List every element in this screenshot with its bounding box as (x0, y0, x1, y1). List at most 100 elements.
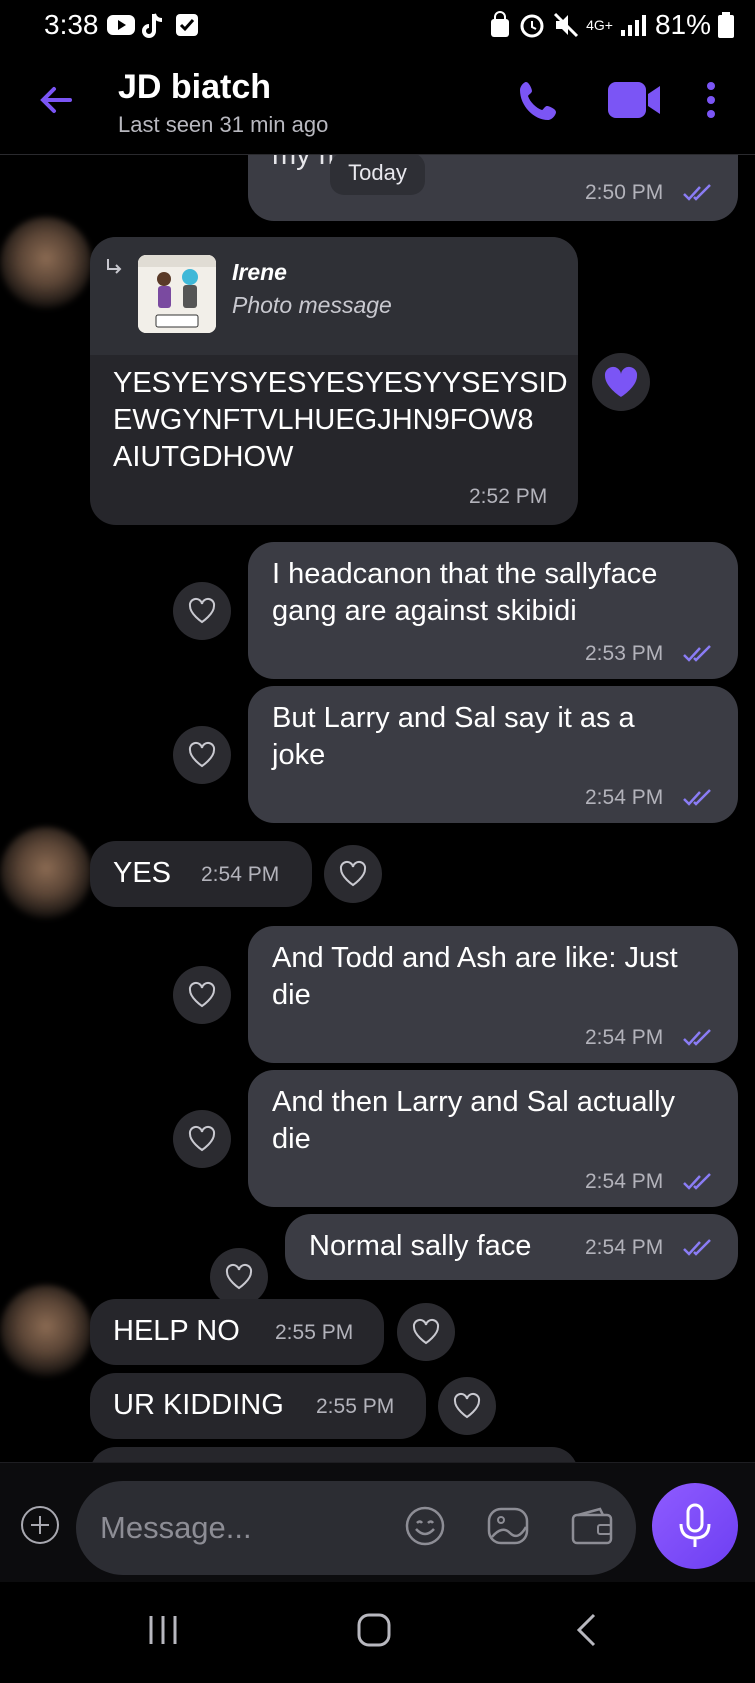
back-arrow-icon[interactable] (36, 80, 76, 125)
message-text: YES (113, 857, 172, 889)
message-time: 2:52 PM (469, 485, 548, 508)
message-bubble-incoming[interactable]: UR KIDDING 2:55 PM (90, 1373, 426, 1439)
status-right: 4G+ 81% (488, 9, 735, 41)
message-bubble-outgoing[interactable]: I headcanon that the sallyface gang are … (248, 542, 738, 679)
like-button[interactable] (438, 1377, 496, 1435)
like-button[interactable] (592, 353, 650, 411)
network-type: 4G+ (586, 17, 613, 33)
message-bubble-outgoing[interactable]: But Larry and Sal say it as a joke 2:54 … (248, 686, 738, 823)
message-text-line: And Todd and Ash are like: Just (272, 942, 678, 974)
avatar[interactable] (0, 217, 92, 309)
like-button[interactable] (173, 726, 231, 784)
message-bubble-incoming[interactable]: YES 2:54 PM (90, 841, 312, 907)
heart-outline-icon (339, 860, 367, 887)
heart-outline-icon (188, 1125, 216, 1152)
quoted-reply[interactable]: Irene Photo message (90, 237, 578, 355)
lock-icon (491, 11, 510, 37)
message-input[interactable] (76, 1481, 636, 1575)
message-time: 2:54 PM (585, 1170, 664, 1193)
message-text-line: joke (272, 739, 326, 771)
message-text-line: I headcanon that the sallyface (272, 558, 658, 590)
youtube-icon (106, 12, 136, 43)
message-text-line: AIUTGDHOW (113, 441, 294, 473)
microphone-icon (679, 1503, 711, 1547)
like-button[interactable] (210, 1248, 268, 1306)
avatar[interactable] (0, 827, 92, 919)
message-bubble-incoming[interactable]: HELP NO 2:55 PM (90, 1299, 384, 1365)
message-text-line: But Larry and Sal say it as a (272, 702, 635, 734)
date-chip: Today (330, 155, 425, 195)
quoted-type: Photo message (232, 292, 392, 318)
last-seen-status: Last seen 31 min ago (118, 112, 329, 137)
like-button[interactable] (173, 966, 231, 1024)
read-receipt-icon (683, 184, 711, 201)
heart-outline-icon (412, 1318, 440, 1345)
voice-call-button[interactable] (516, 78, 562, 129)
message-text-line: die (272, 979, 311, 1011)
message-text-line: gang are against skibidi (272, 595, 577, 627)
chat-title[interactable]: JD biatch (118, 68, 271, 107)
like-button[interactable] (397, 1303, 455, 1361)
heart-outline-icon (453, 1392, 481, 1419)
video-call-button[interactable] (606, 78, 662, 127)
like-button[interactable] (173, 582, 231, 640)
wallet-icon[interactable] (570, 1505, 614, 1552)
avatar[interactable] (0, 1285, 92, 1377)
message-text: Normal sally face (309, 1230, 532, 1262)
quoted-sender: Irene (232, 259, 287, 285)
message-time: 2:54 PM (585, 1026, 664, 1049)
message-composer (0, 1462, 755, 1583)
message-text-line: die (272, 1123, 311, 1155)
battery-percent: 81% (654, 9, 711, 40)
message-time: 2:53 PM (585, 642, 664, 665)
home-icon[interactable] (356, 1612, 392, 1653)
message-time: 2:50 PM (585, 181, 664, 204)
heart-filled-icon (604, 366, 638, 397)
read-receipt-icon (683, 789, 711, 806)
battery-icon (718, 12, 734, 38)
status-bar: 3:38 4G+ 81% (0, 0, 755, 52)
like-button[interactable] (324, 845, 382, 903)
gallery-icon[interactable] (486, 1505, 530, 1552)
message-bubble-outgoing[interactable]: And Todd and Ash are like: Just die 2:54… (248, 926, 738, 1063)
read-receipt-icon (683, 1239, 711, 1256)
back-nav-icon[interactable] (574, 1612, 598, 1653)
signal-icon (620, 15, 646, 36)
attach-plus-button[interactable] (20, 1505, 60, 1550)
like-button[interactable] (173, 1110, 231, 1168)
message-list[interactable]: my mind 2:50 PM Today Irene Photo messag… (0, 155, 755, 1462)
heart-outline-icon (188, 741, 216, 768)
tiktok-icon (140, 12, 166, 45)
read-receipt-icon (683, 1173, 711, 1190)
heart-outline-icon (188, 981, 216, 1008)
message-text-line: EWGYNFTVLHUEGJHN9FOW8 (113, 404, 534, 436)
reply-arrow-icon (107, 259, 122, 274)
voice-record-button[interactable] (652, 1483, 738, 1569)
more-options-icon[interactable] (704, 80, 718, 125)
system-nav-bar (0, 1582, 755, 1683)
alarm-icon (520, 14, 544, 38)
message-time: 2:54 PM (585, 1236, 664, 1259)
photo-thumbnail[interactable] (138, 255, 216, 333)
message-bubble-incoming[interactable] (90, 1447, 578, 1462)
read-receipt-icon (683, 1029, 711, 1046)
heart-outline-icon (225, 1263, 253, 1290)
message-text: UR KIDDING (113, 1389, 284, 1421)
message-text: HELP NO (113, 1315, 240, 1347)
message-bubble-outgoing[interactable]: Normal sally face 2:54 PM (285, 1214, 738, 1280)
message-time: 2:55 PM (316, 1395, 395, 1418)
message-text-line: YESYEYSYESYESYESYYSEYSID (113, 367, 568, 399)
message-time: 2:54 PM (201, 863, 280, 886)
emoji-icon[interactable] (404, 1505, 446, 1552)
recent-apps-icon[interactable] (145, 1612, 181, 1653)
message-time: 2:55 PM (275, 1321, 354, 1344)
message-bubble-outgoing[interactable]: And then Larry and Sal actually die 2:54… (248, 1070, 738, 1207)
checkbox-icon (174, 12, 200, 43)
chat-header: JD biatch Last seen 31 min ago (0, 52, 755, 155)
mute-icon (554, 12, 579, 38)
status-time: 3:38 (44, 9, 99, 40)
read-receipt-icon (683, 645, 711, 662)
heart-outline-icon (188, 597, 216, 624)
message-bubble-outgoing[interactable]: my mind 2:50 PM (248, 155, 738, 221)
message-text-line: And then Larry and Sal actually (272, 1086, 676, 1118)
